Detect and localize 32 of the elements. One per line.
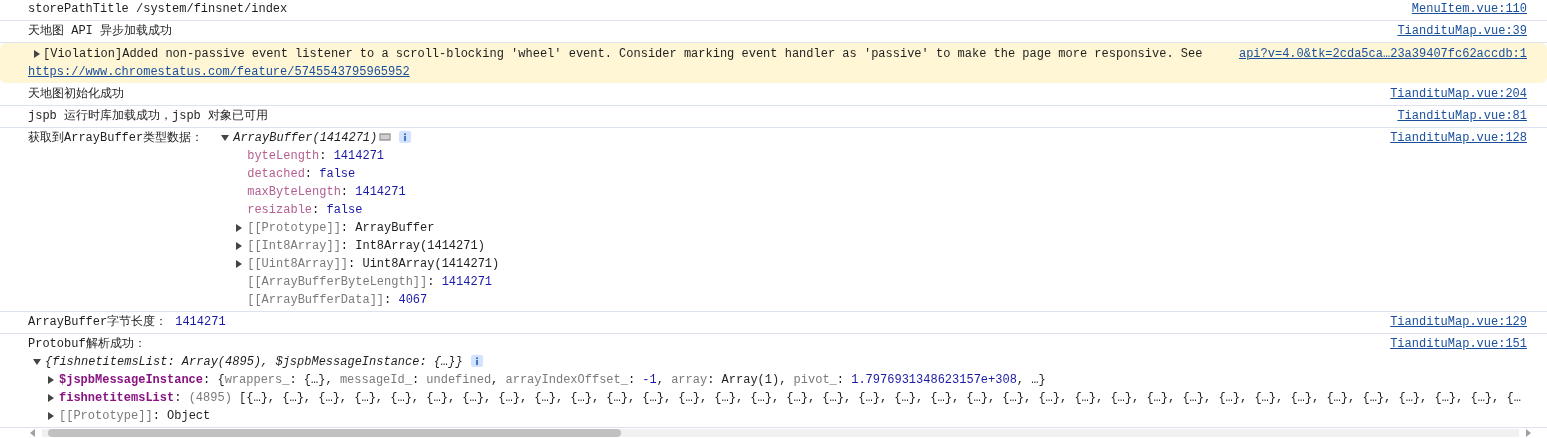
- property-entry: [[Prototype]]: ArrayBuffer: [247, 221, 435, 235]
- property-entry: detached: false: [247, 167, 356, 181]
- log-text: 获取到ArrayBuffer类型数据：: [28, 130, 204, 147]
- log-text: jspb 运行时库加载成功，jspb 对象已可用: [28, 109, 268, 123]
- source-link[interactable]: TiandituMap.vue:128: [1390, 129, 1527, 147]
- object-summary[interactable]: ArrayBuffer(1414271): [233, 131, 378, 145]
- property-entry: [[Prototype]]: Object: [59, 409, 211, 423]
- property-entry: byteLength: 1414271: [247, 149, 385, 163]
- log-text: storePathTitle /system/finsnet/index: [28, 2, 288, 16]
- property-entry: [[ArrayBufferByteLength]]: 1414271: [247, 275, 493, 289]
- property-entry: resizable: false: [247, 203, 363, 217]
- docs-link[interactable]: https://www.chromestatus.com/feature/5745543795965952: [28, 65, 410, 79]
- source-link[interactable]: TiandituMap.vue:39: [1397, 22, 1527, 40]
- log-text: Protobuf解析成功：: [28, 337, 146, 351]
- violation-text: [Violation]Added non-passive event listener to a scroll-blocking 'wheel' event. Consider marking event handler as 'passive' to make the page more responsive. See: [43, 47, 1203, 61]
- property-entry: [[Uint8Array]]: Uint8Array(1414271): [247, 257, 500, 271]
- source-link[interactable]: TiandituMap.vue:81: [1397, 107, 1527, 125]
- log-text: 天地图初始化成功: [28, 87, 124, 101]
- property-entry: [[Int8Array]]: Int8Array(1414271): [247, 239, 485, 253]
- object-summary[interactable]: {fishnetitemsList: Array(4895), $jspbMessageInstance: {…}}: [45, 355, 463, 369]
- source-link[interactable]: MenuItem.vue:110: [1411, 0, 1527, 18]
- source-link[interactable]: TiandituMap.vue:129: [1390, 313, 1527, 331]
- source-link[interactable]: TiandituMap.vue:151: [1390, 335, 1527, 353]
- source-link[interactable]: TiandituMap.vue:204: [1390, 85, 1527, 103]
- property-entry: $jspbMessageInstance: {wrappers_: {…}, messageId_: undefined, arrayIndexOffset_: -1, array: Array(1), pivot_: 1.7976931348623157e+308, …}: [59, 373, 1046, 387]
- property-entry: maxByteLength: 1414271: [247, 185, 406, 199]
- log-text: 天地图 API 异步加载成功: [28, 24, 172, 38]
- source-link[interactable]: api?v=4.0&tk=2cda5ca…23a39407fc62accdb:1: [1238, 45, 1527, 63]
- property-entry: [[ArrayBufferData]]: 4067: [247, 293, 428, 307]
- log-value: 1414271: [175, 315, 226, 329]
- property-entry: fishnetitemsList: (4895) [{…}, {…}, {…}, {…}, {…}, {…}, {…}, {…}, {…}, {…}, {…}, {…}, {…}, {…}, {…}, {…}, {…}, {…}, {…}, {…}, {…}, {…}, {…}, {…}, {…}, {…}, {…}, {…}, {…}, {…}, {…}, {…}, {…}, {…}, {…}, {…: [59, 391, 1521, 405]
- log-text: ArrayBuffer字节长度：: [28, 315, 168, 329]
